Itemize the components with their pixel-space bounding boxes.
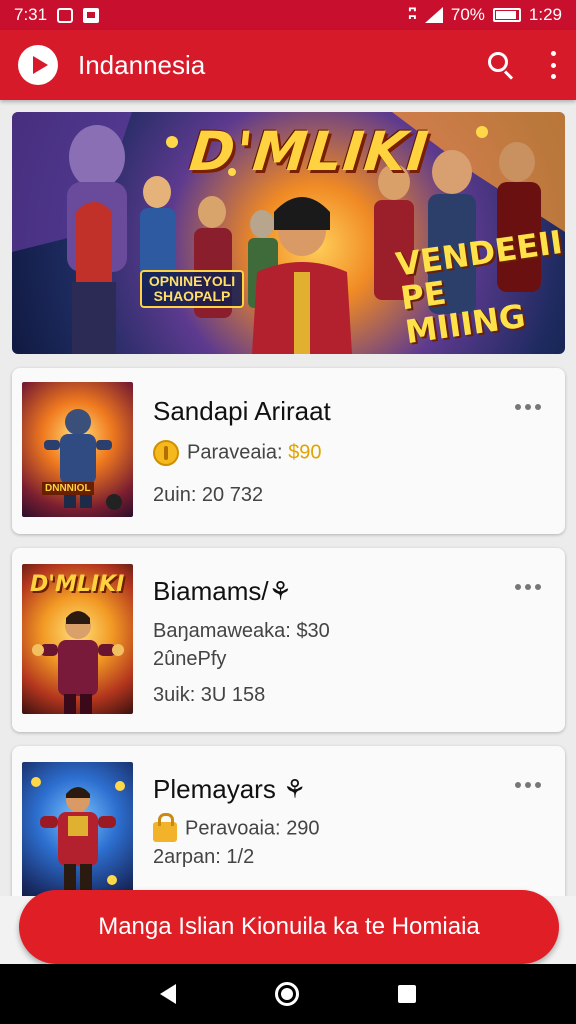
item-meta-line: 2uin: 20 732: [153, 484, 264, 506]
coin-icon: [153, 440, 179, 466]
thumbnail-caption: D'MLIKI: [30, 572, 125, 597]
notification-icon: [57, 7, 74, 23]
app-logo-icon[interactable]: [18, 45, 58, 85]
list-item[interactable]: D'MLIKI Biamams/⚘ Baŋamaweaka: $30 2ûneP…: [12, 548, 565, 732]
banner-tagline: VENDEEII PE MIIING: [393, 223, 565, 351]
item-thumbnail: [22, 762, 133, 902]
item-price-value: $30: [296, 620, 330, 642]
item-price-line: Paraveaia: $90: [153, 440, 322, 466]
item-thumbnail: D'MLIKI: [22, 564, 133, 714]
item-sub-line: 2arpan: 1/2: [153, 846, 255, 868]
home-icon[interactable]: [274, 982, 299, 1006]
app-title: Indannesia: [78, 49, 206, 80]
status-clock: 1:29: [528, 5, 562, 24]
thumbnail-art: [31, 777, 125, 894]
item-more-icon[interactable]: [515, 584, 541, 590]
battery-icon: [492, 8, 521, 22]
item-price-line: Peravoaia: 290: [153, 813, 320, 842]
primary-cta-button[interactable]: Manga Islian Kionuila ka te Homiaia: [19, 890, 559, 964]
item-price-line: Baŋamaweaka: $30: [153, 620, 330, 643]
image-notification-icon: [83, 7, 100, 23]
system-nav-bar: [0, 964, 576, 1024]
status-bar: 7:31 ʭ 70% 1:29: [0, 0, 576, 30]
thumbnail-art: [44, 409, 122, 510]
featured-banner[interactable]: D'MLIKI OPNINEYOLI SHAOPALP VENDEEII PE …: [12, 112, 565, 354]
item-title: Plemayars ⚘: [153, 774, 307, 804]
status-right: ʭ 70% 1:29: [408, 5, 562, 25]
more-vert-icon[interactable]: [548, 51, 558, 79]
list-item[interactable]: Plemayars ⚘ Peravoaia: 290 2arpan: 1/2: [12, 746, 565, 906]
app-actions: [486, 50, 558, 80]
item-price-label: Paraveaia:: [187, 441, 283, 464]
item-thumbnail: DNNNIOL: [22, 382, 133, 517]
back-icon[interactable]: [159, 984, 176, 1004]
item-price-label: Peravoaia:: [185, 817, 281, 840]
list-item[interactable]: DNNNIOL Sandapi Ariraat Paraveaia: $90 2…: [12, 368, 565, 534]
banner-subtitle: OPNINEYOLI SHAOPALP: [140, 270, 244, 308]
item-meta-line: 3uik: 3U 158: [153, 684, 266, 706]
status-left: 7:31: [14, 5, 100, 25]
signal-icon: [424, 7, 443, 23]
banner-title: D'MLIKI: [186, 120, 432, 183]
thumbnail-caption: DNNNIOL: [42, 482, 94, 495]
vibrate-icon: ʭ: [407, 6, 417, 23]
item-sub-line: 2ûnePfy: [153, 648, 227, 670]
battery-percent: 70%: [450, 5, 485, 24]
search-icon[interactable]: [486, 50, 516, 80]
app-bar: Indannesia: [0, 30, 576, 100]
item-more-icon[interactable]: [515, 404, 541, 410]
item-price-label: Baŋamaweaka:: [153, 620, 291, 642]
item-title: Biamams/⚘: [153, 576, 292, 606]
item-price-value: $90: [288, 441, 322, 464]
lock-icon: [153, 813, 177, 842]
item-title: Sandapi Ariraat: [153, 396, 331, 426]
item-price-value: 290: [286, 817, 320, 840]
recent-apps-icon[interactable]: [398, 985, 417, 1003]
status-time-left: 7:31: [14, 5, 48, 24]
item-more-icon[interactable]: [515, 782, 541, 788]
